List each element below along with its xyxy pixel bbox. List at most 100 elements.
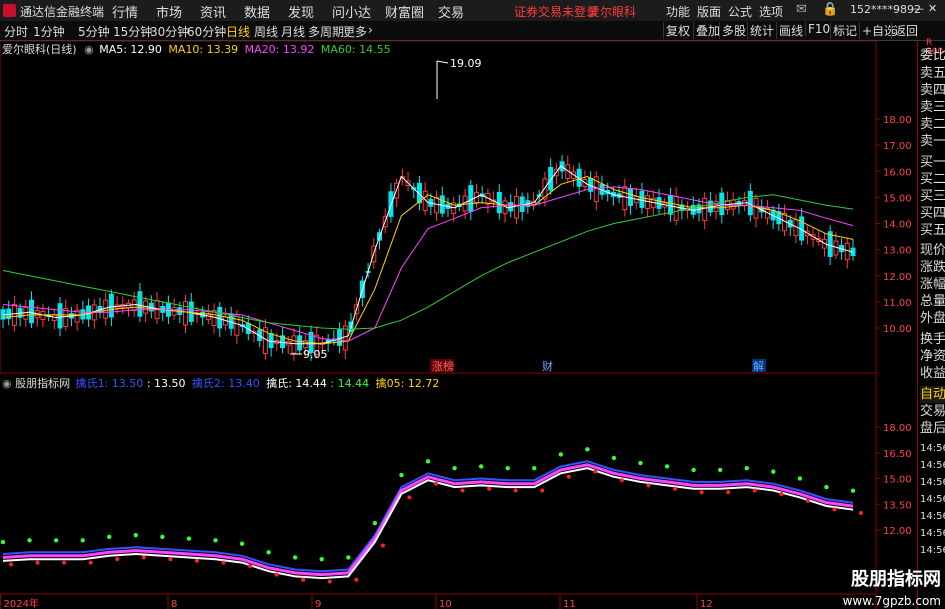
x-tick-label: 11	[563, 599, 576, 609]
menu-item-options[interactable]: 选项	[759, 3, 783, 20]
period-more[interactable]: 更多	[343, 23, 367, 40]
sub-dot-red	[301, 577, 306, 582]
y-tick-label: 14.00	[883, 220, 912, 231]
menu-item-layout[interactable]: 版面	[697, 3, 721, 20]
candle-body	[291, 335, 297, 354]
quote-change-pct: 涨幅	[920, 277, 945, 292]
btn-f10[interactable]: F10	[805, 22, 832, 36]
sub-dot-red	[752, 488, 757, 493]
sub-dot-red	[141, 555, 146, 560]
user-phone[interactable]: 152****9892	[850, 3, 921, 16]
btn-adjust[interactable]: 复权	[663, 22, 692, 39]
sub-dot-red	[407, 495, 412, 500]
minimize-icon[interactable]: —	[913, 2, 924, 15]
sub-dot-green	[824, 484, 829, 490]
event-marker-unlock[interactable]: 解	[753, 359, 764, 373]
trade-login-notice[interactable]: 证券交易未登录	[514, 3, 598, 20]
sub-dot-green	[611, 455, 617, 461]
sub-dot-green	[319, 556, 324, 562]
sub-dot-green	[478, 464, 484, 469]
sub-dot-red	[487, 486, 492, 491]
menu-item-ask[interactable]: 问小达	[332, 2, 371, 21]
candle-body	[103, 299, 109, 319]
stock-link[interactable]: 爱尔眼科	[588, 3, 636, 20]
btn-draw[interactable]: 画线	[776, 22, 805, 39]
sub-y-tick-label: 16.50	[883, 449, 912, 460]
quote-volume: 总量	[920, 294, 945, 309]
candle-body	[434, 196, 440, 214]
lock-icon[interactable]: 🔒	[822, 2, 838, 17]
menu-item-wealth[interactable]: 财富圈	[385, 2, 424, 21]
sub-dot-green	[638, 460, 643, 466]
quote-side-panel: R 300 委比 卖五 卖四 卖三 卖二 卖一 买一 买二 买三 买四 买五 现…	[917, 39, 945, 609]
sub-dot-green	[399, 472, 404, 478]
x-tick-label: 12	[700, 599, 713, 609]
event-marker-finance[interactable]: 财	[542, 359, 553, 373]
sub-dot-green	[53, 538, 59, 543]
sub-dot-green	[505, 466, 510, 471]
sub-dot-red	[805, 498, 810, 503]
menu-item-trade[interactable]: 交易	[438, 2, 464, 21]
candle-body	[719, 192, 725, 216]
quote-buy4: 买四	[920, 206, 945, 221]
mail-icon[interactable]: ✉	[796, 2, 807, 17]
sub-dot-red	[62, 560, 67, 565]
sub-y-tick-label: 12.00	[883, 526, 912, 537]
period-5min[interactable]: 5分钟	[78, 23, 110, 40]
event-marker-zhangbang[interactable]: 涨榜	[432, 359, 454, 373]
period-weekly[interactable]: 周线	[254, 23, 278, 40]
candle-body	[673, 195, 679, 221]
quote-buy2: 买二	[920, 172, 945, 187]
candle-body	[137, 291, 143, 317]
menu-item-function[interactable]: 功能	[666, 3, 690, 20]
sub-dot-green	[664, 464, 670, 469]
panel-auto[interactable]: 自动	[920, 386, 945, 403]
quote-sell3: 卖三	[920, 100, 945, 115]
menu-item-exchange[interactable]: 市场	[156, 2, 182, 21]
btn-overlay[interactable]: 叠加	[693, 22, 722, 39]
menu-item-data[interactable]: 数据	[244, 2, 270, 21]
kline-chart[interactable]: 18.00 17.00 16.00 15.00 14.00 13.00 12.00 11.00…	[0, 41, 917, 609]
quote-change: 涨跌	[920, 260, 945, 275]
menu-item-market[interactable]: 行情	[112, 2, 138, 21]
period-30min[interactable]: 30分钟	[150, 23, 189, 40]
sub-dot-red	[540, 488, 545, 493]
ma-line-ma20	[2, 186, 854, 342]
candle-body	[217, 306, 223, 329]
quote-net-asset: 净资	[920, 349, 945, 364]
btn-mark[interactable]: 标记	[830, 22, 859, 39]
x-tick-label: 8	[171, 599, 177, 609]
period-1min[interactable]: 1分钟	[33, 23, 65, 40]
panel-after-hours[interactable]: 盘后	[920, 420, 945, 437]
tick-time: 14:56	[920, 545, 945, 556]
quote-buy1: 买一	[920, 155, 945, 170]
candle-body	[297, 335, 303, 351]
menu-item-discover[interactable]: 发现	[288, 2, 314, 21]
candle-body	[188, 301, 194, 322]
quote-eps: 收益	[920, 366, 945, 381]
sub-dot-red	[88, 560, 93, 565]
app-title: 通达信金融终端	[20, 5, 105, 19]
period-intraday[interactable]: 分时	[4, 23, 28, 40]
close-icon[interactable]: ✕	[928, 2, 937, 15]
period-monthly[interactable]: 月线	[281, 23, 305, 40]
sub-dot-green	[239, 541, 245, 546]
period-daily[interactable]: 日线	[226, 23, 250, 40]
sub-dot-red	[460, 488, 465, 493]
period-15min[interactable]: 15分钟	[113, 23, 152, 40]
candle-body	[29, 299, 35, 324]
panel-trade[interactable]: 交易	[920, 403, 945, 420]
sub-dot-green	[744, 466, 749, 471]
menu-item-formula[interactable]: 公式	[728, 3, 752, 20]
sub-dot-green	[266, 550, 271, 555]
indicator-series	[0, 447, 863, 584]
btn-back[interactable]: 返回	[891, 22, 920, 39]
btn-multi-stock[interactable]: 多股	[719, 22, 748, 39]
period-60min[interactable]: 60分钟	[187, 23, 226, 40]
chevron-right-icon[interactable]: ›	[368, 23, 373, 37]
menu-item-news[interactable]: 资讯	[200, 2, 226, 21]
sub-y-tick-label: 13.50	[883, 500, 912, 511]
period-multi[interactable]: 多周期	[308, 23, 344, 40]
btn-stats[interactable]: 统计	[747, 22, 776, 39]
sub-y-axis: 18.00 16.50 15.00 13.50 12.00	[876, 423, 912, 537]
